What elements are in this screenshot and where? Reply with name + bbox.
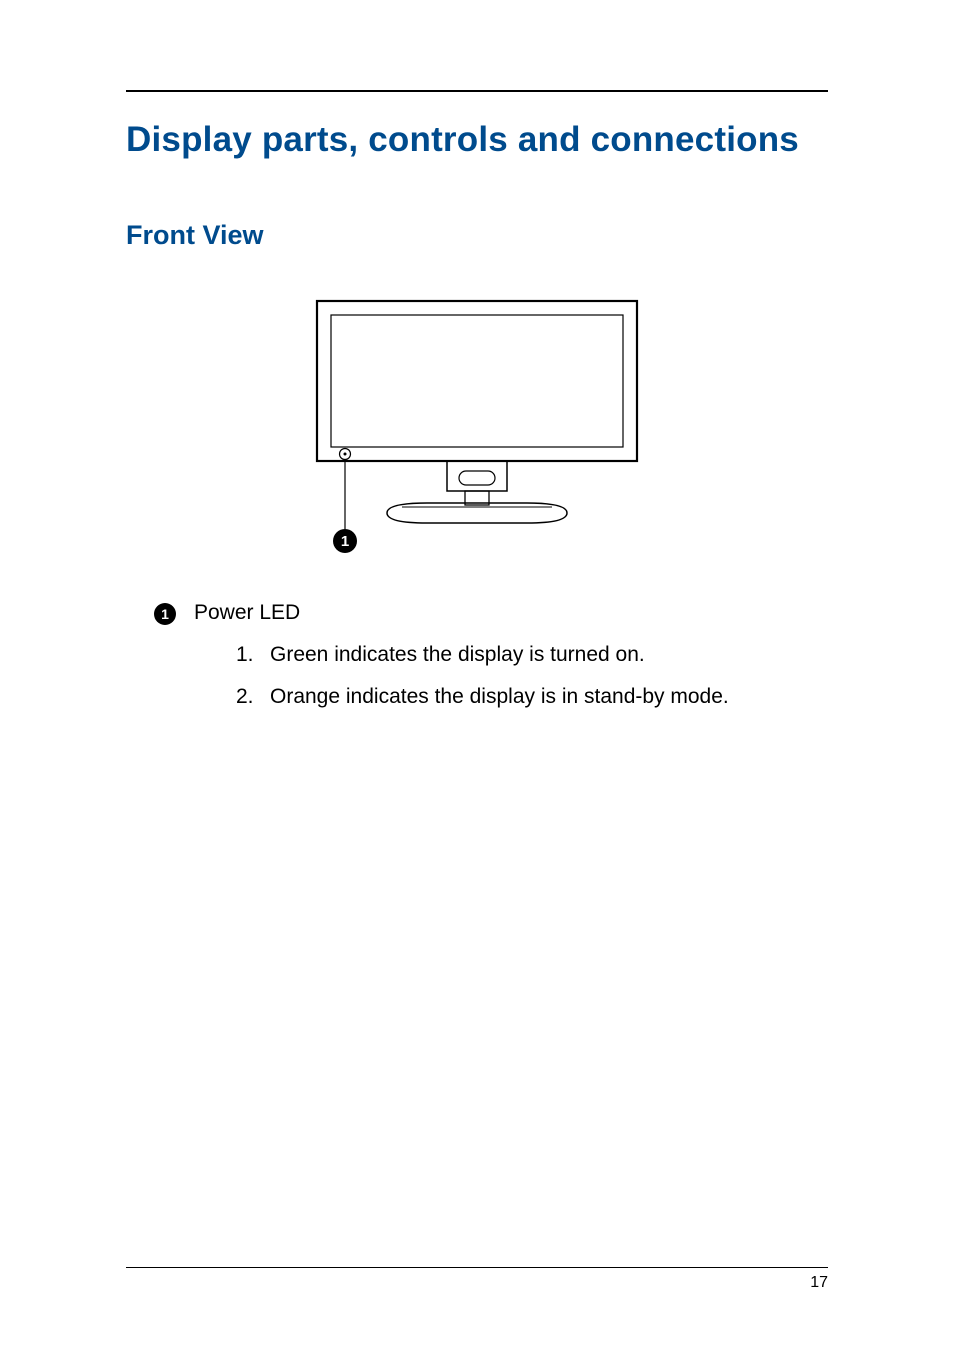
diagram-callout-number: 1 <box>341 533 349 550</box>
page-title: Display parts, controls and connections <box>126 120 828 160</box>
diagram-container: 1 <box>126 291 828 561</box>
rule-bottom <box>126 1267 828 1268</box>
callout-bullet-icon: 1 <box>154 603 176 625</box>
callout-sublist: 1. Green indicates the display is turned… <box>236 643 828 709</box>
list-item-number: 1. <box>236 643 258 667</box>
list-item: 2. Orange indicates the display is in st… <box>236 685 828 709</box>
page: Display parts, controls and connections … <box>0 0 954 1352</box>
list-item-text: Orange indicates the display is in stand… <box>270 685 729 709</box>
page-footer: 17 <box>126 1267 828 1292</box>
list-item: 1. Green indicates the display is turned… <box>236 643 828 667</box>
rule-top <box>126 90 828 92</box>
list-item-number: 2. <box>236 685 258 709</box>
front-view-diagram: 1 <box>307 291 647 561</box>
page-number: 17 <box>126 1274 828 1292</box>
callout-row: 1 Power LED <box>154 601 828 625</box>
section-heading: Front View <box>126 220 828 251</box>
callout-label: Power LED <box>194 601 300 625</box>
list-item-text: Green indicates the display is turned on… <box>270 643 645 667</box>
